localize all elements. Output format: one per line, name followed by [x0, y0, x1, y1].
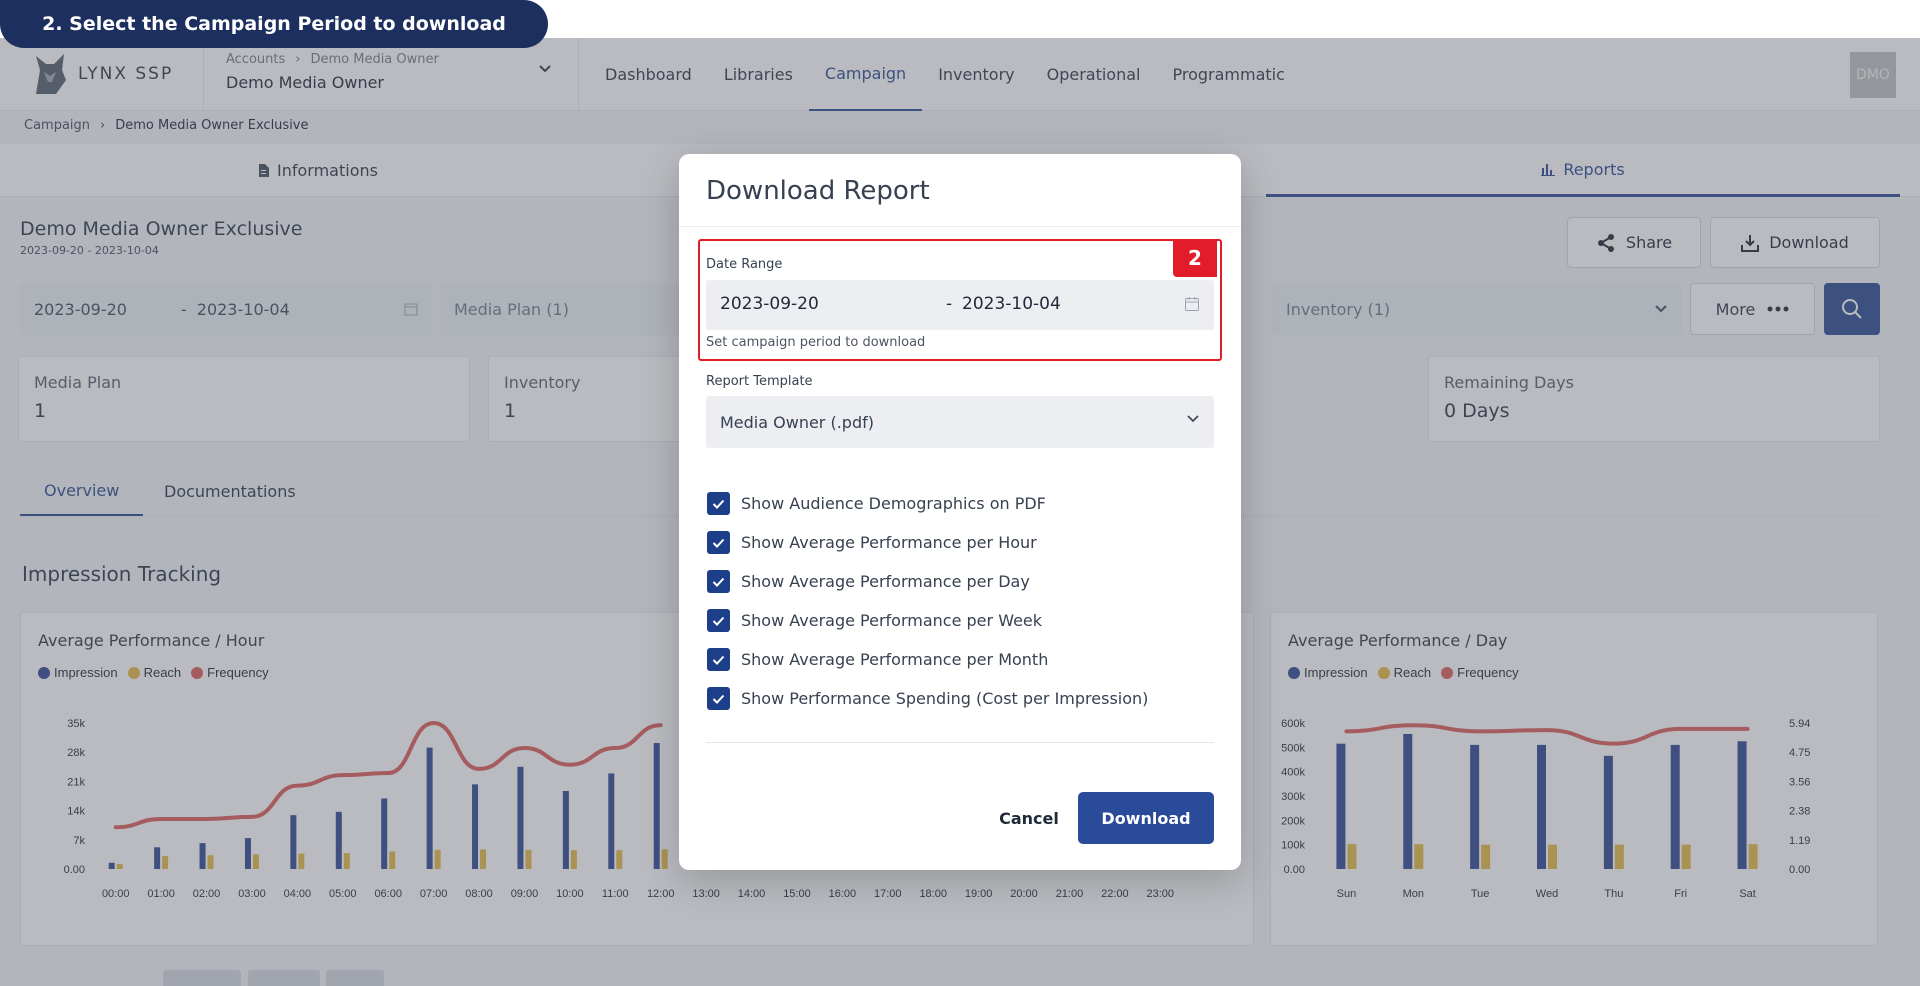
checkbox-checked[interactable] — [707, 492, 730, 515]
step-banner: 2. Select the Campaign Period to downloa… — [0, 0, 548, 48]
modal-download-button[interactable]: Download — [1078, 792, 1214, 844]
report-template-select[interactable]: Media Owner (.pdf) — [706, 396, 1214, 448]
option-performance-hour[interactable]: Show Average Performance per Hour — [707, 531, 1037, 554]
modal-divider — [679, 226, 1241, 227]
step-highlight-box — [698, 239, 1222, 361]
cancel-button[interactable]: Cancel — [979, 792, 1079, 844]
check-icon — [712, 499, 725, 509]
step-number-badge: 2 — [1173, 239, 1217, 277]
option-label: Show Average Performance per Month — [741, 650, 1049, 669]
check-icon — [712, 538, 725, 548]
report-template-label: Report Template — [706, 374, 813, 389]
checkbox-checked[interactable] — [707, 609, 730, 632]
modal-footer-divider — [706, 742, 1214, 743]
option-label: Show Performance Spending (Cost per Impr… — [741, 689, 1149, 708]
download-report-modal: Download Report Date Range 2023-09-20 - … — [679, 154, 1241, 870]
option-performance-week[interactable]: Show Average Performance per Week — [707, 609, 1042, 632]
modal-title: Download Report — [706, 176, 930, 206]
option-performance-day[interactable]: Show Average Performance per Day — [707, 570, 1030, 593]
option-label: Show Average Performance per Hour — [741, 533, 1037, 552]
checkbox-checked[interactable] — [707, 648, 730, 671]
check-icon — [712, 616, 725, 626]
checkbox-checked[interactable] — [707, 570, 730, 593]
option-performance-spending[interactable]: Show Performance Spending (Cost per Impr… — [707, 687, 1148, 710]
option-label: Show Audience Demographics on PDF — [741, 494, 1046, 513]
chevron-down-icon — [1187, 415, 1199, 423]
check-icon — [712, 577, 725, 587]
option-label: Show Average Performance per Day — [741, 572, 1030, 591]
report-template-value: Media Owner (.pdf) — [720, 413, 874, 432]
checkbox-checked[interactable] — [707, 531, 730, 554]
option-label: Show Average Performance per Week — [741, 611, 1043, 630]
option-audience-demographics[interactable]: Show Audience Demographics on PDF — [707, 492, 1046, 515]
check-icon — [712, 655, 725, 665]
check-icon — [712, 694, 725, 704]
option-performance-month[interactable]: Show Average Performance per Month — [707, 648, 1048, 671]
checkbox-checked[interactable] — [707, 687, 730, 710]
